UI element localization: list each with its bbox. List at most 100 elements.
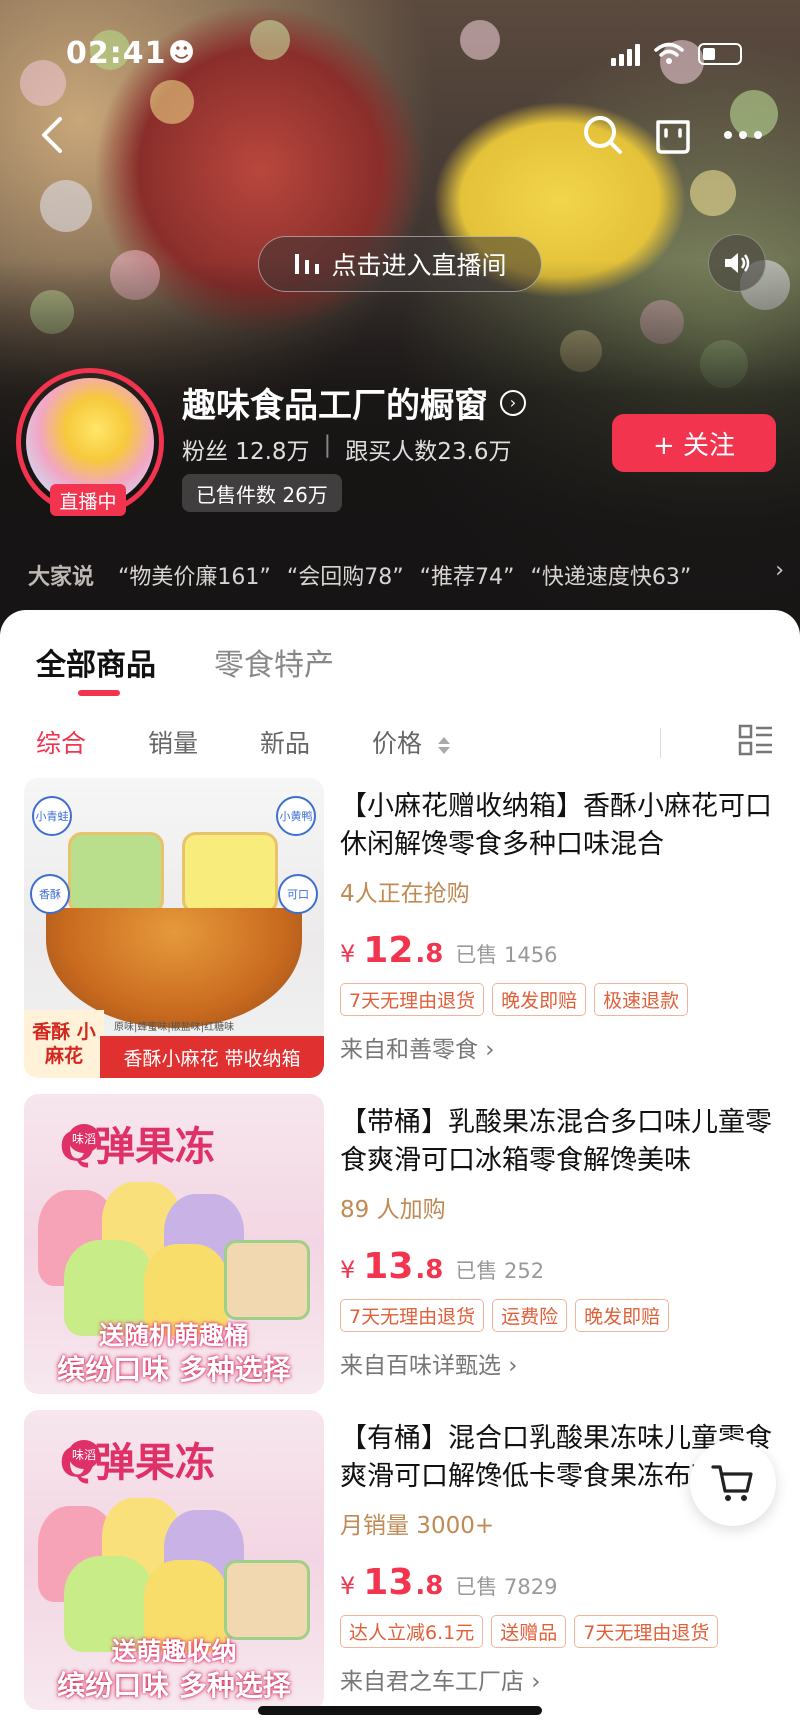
reviews-lead: 大家说	[28, 565, 95, 590]
image-banner: 香酥小麻花 带收纳箱	[100, 1036, 324, 1078]
cart-button[interactable]	[690, 1440, 776, 1526]
home-indicator	[258, 1706, 542, 1715]
price-row: ¥ 13 .8 已售 7829	[340, 1562, 780, 1603]
service-tag: 7天无理由退货	[574, 1615, 719, 1648]
filter-overall[interactable]: 综合	[36, 724, 86, 760]
label-bubble: 小黄鸭	[276, 796, 316, 836]
clock: 02:41	[66, 36, 167, 71]
price-integer: 13	[363, 1246, 414, 1287]
currency-symbol: ¥	[340, 1572, 356, 1600]
currency-symbol: ¥	[340, 940, 356, 968]
search-icon	[584, 116, 622, 154]
tab-snacks[interactable]: 零食特产	[214, 640, 334, 684]
image-caption: 送萌趣收纳	[111, 1637, 237, 1666]
search-button[interactable]	[578, 110, 628, 160]
label-bubble: 小青蛙	[32, 796, 72, 836]
duck-box	[182, 832, 278, 914]
category-tabs: 全部商品 零食特产	[36, 640, 334, 696]
price-row: ¥ 13 .8 已售 252	[340, 1246, 780, 1287]
filter-new[interactable]: 新品	[260, 724, 310, 760]
image-caption: 缤纷口味 多种选择	[57, 1669, 291, 1702]
product-activity: 4人正在抢购	[340, 881, 470, 907]
label-bubble: 可口	[278, 874, 318, 914]
service-tag: 晚发即赔	[575, 1299, 670, 1332]
price-integer: 13	[363, 1562, 414, 1603]
bucket	[224, 1240, 310, 1320]
filter-divider	[660, 728, 661, 758]
price-row: ¥ 12 .8 已售 1456	[340, 930, 780, 971]
shop-button[interactable]	[648, 110, 698, 160]
product-activity: 89 人加购	[340, 1197, 446, 1223]
image-caption: 缤纷口味 多种选择	[57, 1353, 291, 1386]
filter-sales[interactable]: 销量	[148, 724, 198, 760]
shop-title[interactable]: 趣味食品工厂的橱窗 ›	[182, 378, 526, 427]
product-image: Q弹果冻 味滔 送随机萌趣桶 缤纷口味 多种选择	[24, 1094, 324, 1394]
product-image: Q弹果冻 味滔 送萌趣收纳 缤纷口味 多种选择	[24, 1410, 324, 1710]
service-tag: 7天无理由退货	[340, 983, 485, 1016]
service-tag: 达人立减6.1元	[340, 1615, 484, 1648]
cart-icon	[711, 1465, 753, 1501]
price-integer: 12	[363, 930, 414, 971]
source-shop-link[interactable]: 来自百味详甄选 ›	[340, 1346, 780, 1380]
review-summary-bar[interactable]: 大家说 “物美价廉161” “会回购78” “推荐74” “快递速度快63” ›	[28, 558, 788, 592]
stats-separator: |	[323, 432, 332, 458]
currency-symbol: ¥	[340, 1256, 356, 1284]
sold-count: 已售 252	[455, 1259, 545, 1283]
volume-button[interactable]	[708, 234, 766, 292]
more-button[interactable]	[718, 110, 768, 160]
service-tag: 极速退款	[594, 983, 689, 1016]
wifi-icon	[654, 42, 684, 64]
filter-price[interactable]: 价格	[372, 724, 451, 760]
filter-price-label: 价格	[372, 729, 423, 758]
review-chip: “快递速度快63”	[530, 565, 692, 590]
sold-count-badge: 已售件数 26万	[182, 474, 342, 512]
list-layout-icon	[738, 724, 772, 756]
tag-row: 7天无理由退货 晚发即赔 极速退款	[340, 983, 780, 1016]
buyers-count: 跟买人数23.6万	[345, 439, 512, 465]
tab-all-products[interactable]: 全部商品	[36, 640, 156, 696]
label-bubble: 香酥	[30, 874, 70, 914]
product-info: 【小麻花赠收纳箱】香酥小麻花可口休闲解馋零食多种口味混合 4人正在抢购 ¥ 12…	[340, 788, 780, 1064]
enter-live-button[interactable]: 点击进入直播间	[258, 236, 542, 292]
product-title: 【小麻花赠收纳箱】香酥小麻花可口休闲解馋零食多种口味混合	[340, 791, 772, 860]
live-hero[interactable]	[0, 0, 800, 640]
image-caption: 送随机萌趣桶	[98, 1321, 249, 1350]
product-card[interactable]: Q弹果冻 味滔 送随机萌趣桶 缤纷口味 多种选择 【带桶】乳酸果冻混合多口味儿童…	[24, 1094, 784, 1394]
tag-row: 7天无理由退货 运费险 晚发即赔	[340, 1299, 780, 1332]
price-decimal: .8	[415, 939, 444, 969]
face-icon: ☻	[168, 38, 196, 68]
product-card[interactable]: Q弹果冻 味滔 送萌趣收纳 缤纷口味 多种选择 【有桶】混合口乳酸果冻味儿童零食…	[24, 1410, 784, 1710]
product-image: 小青蛙 小黄鸭 香酥 可口 原味|蜂蜜味|椒盐味|红糖味 香酥 小麻花 香酥小麻…	[24, 778, 324, 1078]
more-icon	[724, 131, 762, 139]
service-tag: 晚发即赔	[492, 983, 587, 1016]
service-tag: 运费险	[492, 1299, 568, 1332]
top-nav	[0, 110, 800, 170]
shop-stats: 粉丝 12.8万 | 跟买人数23.6万	[182, 432, 512, 466]
signal-icon	[611, 42, 640, 66]
live-badge: 直播中	[50, 484, 126, 516]
shop-name-text: 趣味食品工厂的橱窗	[182, 386, 488, 426]
source-shop-link[interactable]: 来自和善零食 ›	[340, 1030, 780, 1064]
sort-icon	[438, 736, 451, 754]
product-card[interactable]: 小青蛙 小黄鸭 香酥 可口 原味|蜂蜜味|椒盐味|红糖味 香酥 小麻花 香酥小麻…	[24, 778, 784, 1078]
frog-box	[68, 832, 164, 914]
price-decimal: .8	[415, 1255, 444, 1285]
layout-toggle-button[interactable]	[738, 722, 774, 758]
sort-filters: 综合 销量 新品 价格	[36, 722, 776, 762]
speaker-icon	[725, 253, 750, 273]
chevron-right-circle-icon: ›	[500, 389, 526, 416]
back-button[interactable]	[26, 110, 76, 160]
source-shop-link[interactable]: 来自君之车工厂店 ›	[340, 1662, 780, 1696]
sold-count: 已售 1456	[455, 943, 558, 967]
service-tag: 7天无理由退货	[340, 1299, 485, 1332]
review-chip: “会回购78”	[286, 565, 404, 590]
follow-button[interactable]: + 关注	[612, 414, 776, 472]
service-tag: 送赠品	[491, 1615, 567, 1648]
bucket	[224, 1560, 310, 1640]
back-arrow-icon	[42, 117, 62, 153]
product-info: 【带桶】乳酸果冻混合多口味儿童零食爽滑可口冰箱零食解馋美味 89 人加购 ¥ 1…	[340, 1104, 780, 1380]
review-chip: “物美价廉161”	[118, 565, 271, 590]
brand-mark: 味滔	[68, 1440, 101, 1469]
battery-icon	[698, 43, 742, 65]
chevron-right-icon: ›	[775, 558, 784, 583]
